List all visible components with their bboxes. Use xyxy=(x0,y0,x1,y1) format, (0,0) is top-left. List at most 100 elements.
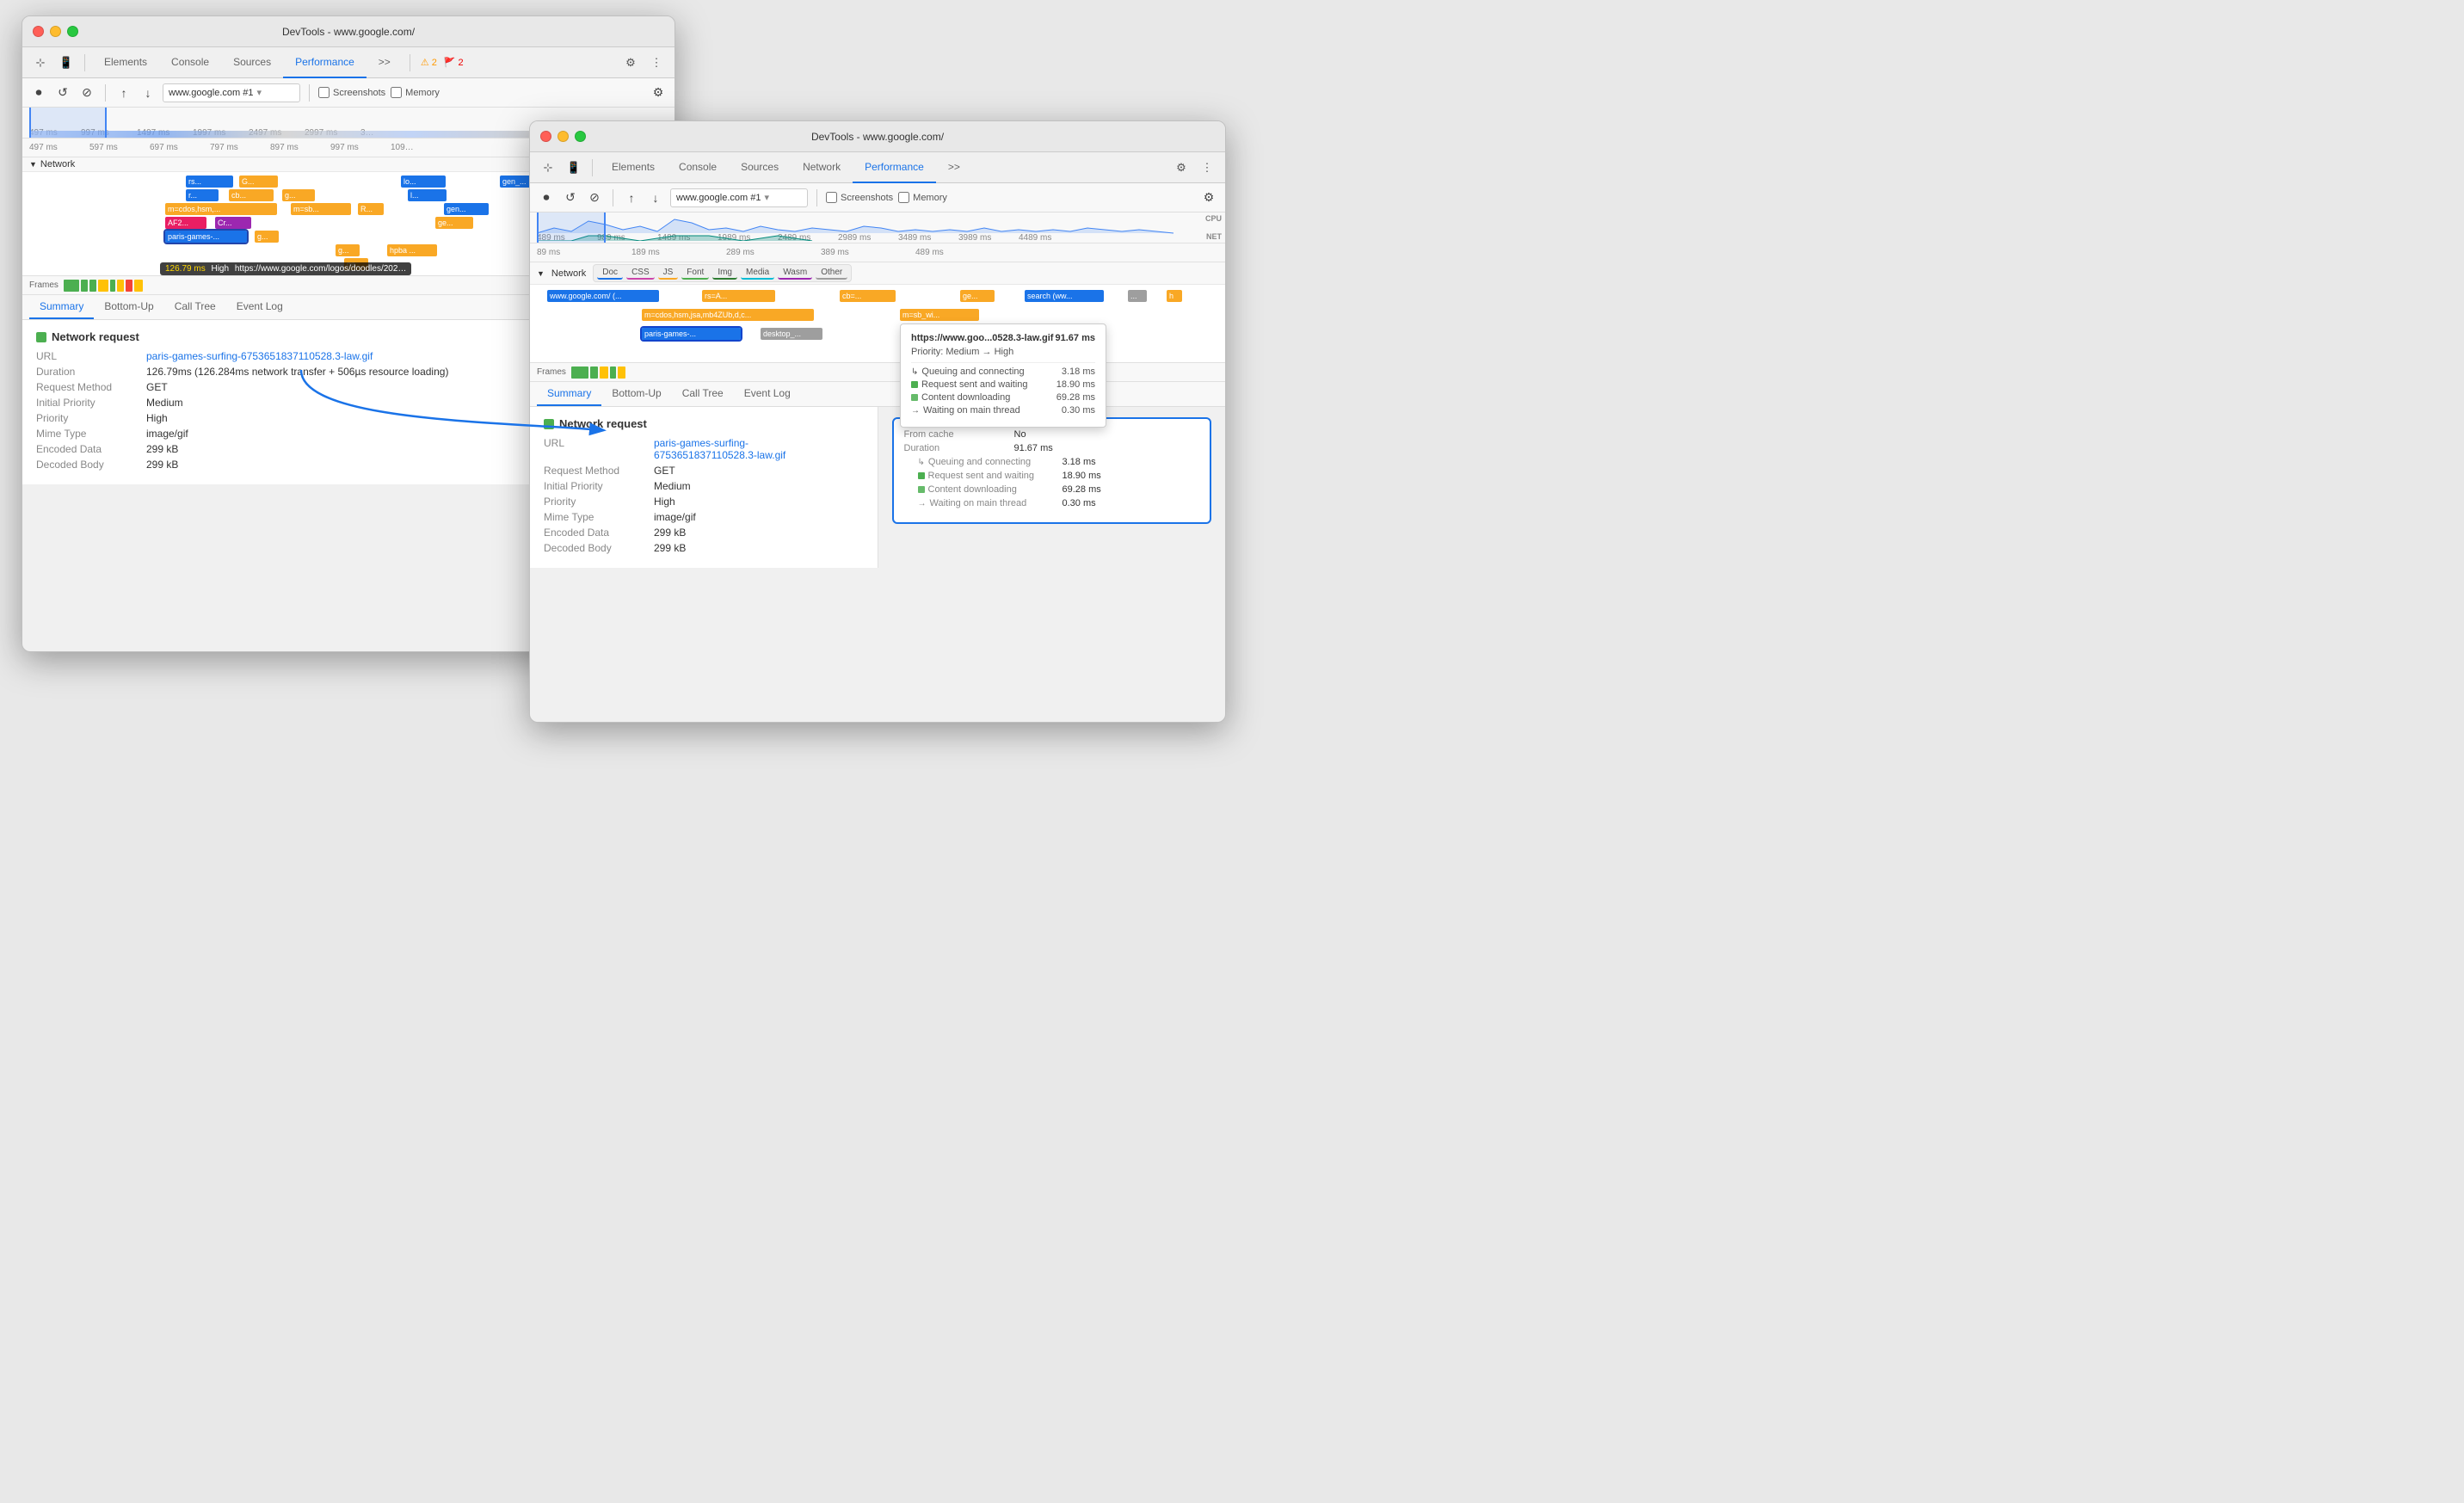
net-bar-gen2[interactable]: gen... xyxy=(444,203,489,215)
screenshots-checkbox-1[interactable]: Screenshots xyxy=(318,87,385,98)
tab-more-2[interactable]: >> xyxy=(936,152,972,183)
net-bar-g4[interactable]: g... xyxy=(336,244,360,256)
net-bar-l[interactable]: l... xyxy=(408,189,447,201)
tab-bottomup-2[interactable]: Bottom-Up xyxy=(601,382,671,406)
tab-elements-1[interactable]: Elements xyxy=(92,47,159,78)
tab-eventlog-1[interactable]: Event Log xyxy=(226,295,293,319)
memory-input-1[interactable] xyxy=(391,87,402,98)
net-bar-mcdos[interactable]: m=cdos,hsm,... xyxy=(165,203,277,215)
net-bar2-ge[interactable]: ge... xyxy=(960,290,995,302)
screenshots-input-1[interactable] xyxy=(318,87,330,98)
net-bar-cb1[interactable]: cb... xyxy=(229,189,274,201)
tab-sources-2[interactable]: Sources xyxy=(729,152,791,183)
tab-calltree-2[interactable]: Call Tree xyxy=(672,382,734,406)
maximize-button-1[interactable] xyxy=(67,26,78,37)
screenshots-checkbox-2[interactable]: Screenshots xyxy=(826,192,893,203)
net-bar-ge1[interactable]: ge... xyxy=(435,217,473,229)
net-bar-r[interactable]: r... xyxy=(186,189,219,201)
more-icon-2[interactable]: ⋮ xyxy=(1196,157,1218,179)
record-button-1[interactable]: ⏺ xyxy=(29,83,48,102)
download-button-1[interactable]: ↓ xyxy=(139,83,157,102)
settings-icon-3[interactable]: ⚙ xyxy=(1170,157,1192,179)
tab-performance-1[interactable]: Performance xyxy=(283,47,367,78)
net-bar2-dots[interactable]: ... xyxy=(1128,290,1147,302)
tab-console-1[interactable]: Console xyxy=(159,47,221,78)
net-bar-af2[interactable]: AF2... xyxy=(165,217,206,229)
detail-method-2: Request Method GET xyxy=(544,465,864,477)
device-icon-2[interactable]: 📱 xyxy=(563,157,585,179)
reload-button-2[interactable]: ↺ xyxy=(561,188,580,207)
filter-font[interactable]: Font xyxy=(681,267,709,280)
expand-icon-2[interactable]: ▼ xyxy=(537,269,545,278)
settings-icon-1[interactable]: ⚙ xyxy=(619,52,642,74)
reload-button-1[interactable]: ↺ xyxy=(53,83,72,102)
chevron-down-icon-1[interactable]: ▾ xyxy=(256,87,262,98)
tab-elements-2[interactable]: Elements xyxy=(600,152,667,183)
net-bar-g3[interactable]: g... xyxy=(255,231,279,243)
minimize-button-2[interactable] xyxy=(557,131,569,142)
expand-icon-1[interactable]: ▼ xyxy=(29,160,37,169)
tab-console-2[interactable]: Console xyxy=(667,152,729,183)
net-bar2-rs[interactable]: rs=A... xyxy=(702,290,775,302)
net-bar-paris[interactable]: paris-games-... xyxy=(165,231,247,243)
net-bar-g2[interactable]: g... xyxy=(282,189,315,201)
upload-button-1[interactable]: ↑ xyxy=(114,83,133,102)
net-bar-rs[interactable]: rs... xyxy=(186,176,233,188)
perf-toolbar-1: ⏺ ↺ ⊘ ↑ ↓ www.google.com #1 ▾ Screenshot… xyxy=(22,78,675,108)
clear-button-2[interactable]: ⊘ xyxy=(585,188,604,207)
settings-icon-4[interactable]: ⚙ xyxy=(1199,188,1218,207)
maximize-button-2[interactable] xyxy=(575,131,586,142)
minimize-button-1[interactable] xyxy=(50,26,61,37)
chevron-down-icon-2[interactable]: ▾ xyxy=(764,192,769,203)
net-bar-cr[interactable]: Cr... xyxy=(215,217,251,229)
tab-summary-1[interactable]: Summary xyxy=(29,295,94,319)
filter-css[interactable]: CSS xyxy=(626,267,655,280)
net-bar-g1[interactable]: G... xyxy=(239,176,278,188)
filter-doc[interactable]: Doc xyxy=(597,267,623,280)
filter-img[interactable]: Img xyxy=(712,267,737,280)
net-bar2-desktop[interactable]: desktop_... xyxy=(761,328,822,340)
memory-checkbox-2[interactable]: Memory xyxy=(898,192,947,203)
screenshots-input-2[interactable] xyxy=(826,192,837,203)
net-bar2-mcdos[interactable]: m=cdos,hsm,jsa,mb4ZUb,d,c... xyxy=(642,309,814,321)
close-button-2[interactable] xyxy=(540,131,551,142)
device-icon[interactable]: 📱 xyxy=(55,52,77,74)
memory-input-2[interactable] xyxy=(898,192,909,203)
filter-media[interactable]: Media xyxy=(741,267,774,280)
arrow-icon-queuing: ↳ xyxy=(918,458,925,467)
upload-button-2[interactable]: ↑ xyxy=(622,188,641,207)
net-bar2-paris[interactable]: paris-games-... xyxy=(642,328,741,340)
frame-1 xyxy=(64,280,79,292)
tab-bottomup-1[interactable]: Bottom-Up xyxy=(94,295,163,319)
close-button-1[interactable] xyxy=(33,26,44,37)
net-bar-hpba[interactable]: hpba ... xyxy=(387,244,437,256)
filter-other[interactable]: Other xyxy=(816,267,847,280)
url-link-1[interactable]: paris-games-surfing-6753651837110528.3-l… xyxy=(146,350,373,362)
tab-summary-2[interactable]: Summary xyxy=(537,382,601,406)
settings-icon-2[interactable]: ⚙ xyxy=(649,83,668,102)
net-bar2-msbwi[interactable]: m=sb_wi... xyxy=(900,309,979,321)
clear-button-1[interactable]: ⊘ xyxy=(77,83,96,102)
record-button-2[interactable]: ⏺ xyxy=(537,188,556,207)
more-icon-1[interactable]: ⋮ xyxy=(645,52,668,74)
net-bar-r2[interactable]: R... xyxy=(358,203,384,215)
tab-calltree-1[interactable]: Call Tree xyxy=(164,295,226,319)
net-bar2-search[interactable]: search (ww... xyxy=(1025,290,1104,302)
net-bar-lo[interactable]: lo... xyxy=(401,176,446,188)
cursor-icon-2[interactable]: ⊹ xyxy=(537,157,559,179)
tab-network-2[interactable]: Network xyxy=(791,152,853,183)
net-bar2-cb[interactable]: cb=... xyxy=(840,290,896,302)
tab-more-1[interactable]: >> xyxy=(367,47,403,78)
tab-performance-2[interactable]: Performance xyxy=(853,152,936,183)
net-bar2-doc[interactable]: www.google.com/ (... xyxy=(547,290,659,302)
net-bar2-h[interactable]: h xyxy=(1167,290,1182,302)
tab-sources-1[interactable]: Sources xyxy=(221,47,283,78)
filter-js[interactable]: JS xyxy=(658,267,679,280)
url-link-2[interactable]: paris-games-surfing-6753651837110528.3-l… xyxy=(654,437,785,461)
download-button-2[interactable]: ↓ xyxy=(646,188,665,207)
tab-eventlog-2[interactable]: Event Log xyxy=(734,382,801,406)
memory-checkbox-1[interactable]: Memory xyxy=(391,87,440,98)
net-bar-msb[interactable]: m=sb... xyxy=(291,203,351,215)
cursor-icon[interactable]: ⊹ xyxy=(29,52,52,74)
filter-wasm[interactable]: Wasm xyxy=(778,267,812,280)
